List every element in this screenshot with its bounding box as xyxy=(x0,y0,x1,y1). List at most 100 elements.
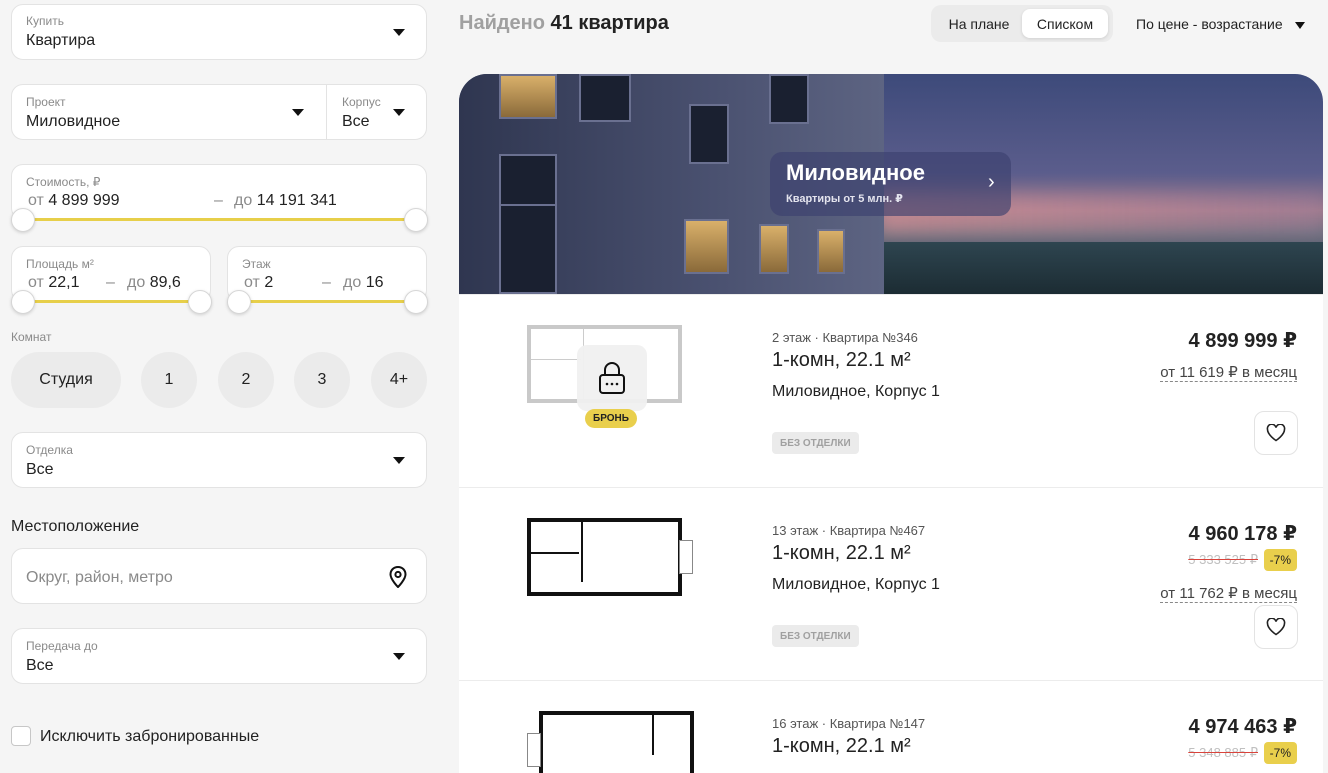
exclude-booked-label[interactable]: Исключить забронированные xyxy=(40,728,259,746)
finish-label: Отделка xyxy=(26,443,73,457)
listing-type[interactable]: 1-комн, 22.1 м² xyxy=(772,349,911,372)
floor-slider-max-handle[interactable] xyxy=(404,290,428,314)
cost-from[interactable]: от 4 899 999 xyxy=(28,192,120,210)
listing-price: 4 960 178 ₽ xyxy=(1188,523,1297,545)
window xyxy=(684,219,729,274)
buy-select[interactable]: Купить Квартира xyxy=(11,4,427,60)
floor-plan-image xyxy=(527,518,697,600)
range-dash: – xyxy=(214,192,223,209)
listing-old-price: 5 333 525 ₽ xyxy=(1188,552,1258,567)
rooms-label: Комнат xyxy=(11,330,52,344)
area-slider-min-handle[interactable] xyxy=(11,290,35,314)
view-option-plan[interactable]: На плане xyxy=(937,9,1021,38)
location-title: Местоположение xyxy=(11,518,140,535)
chevron-down-icon xyxy=(393,29,405,36)
chevron-down-icon xyxy=(1294,21,1305,29)
room-option-4plus[interactable]: 4+ xyxy=(371,352,427,408)
listing-meta: 2 этаж · Квартира №346 xyxy=(772,330,918,345)
room-option-2[interactable]: 2 xyxy=(218,352,274,408)
window xyxy=(499,74,557,119)
discount-badge: -7% xyxy=(1263,549,1297,571)
handover-value: Все xyxy=(26,657,54,674)
range-dash: – xyxy=(106,274,115,291)
location-placeholder: Округ, район, метро xyxy=(26,569,173,586)
sort-select[interactable]: По цене - возрастание xyxy=(1136,16,1305,32)
finish-badge: БЕЗ ОТДЕЛКИ xyxy=(772,625,859,647)
project-select[interactable]: Проект Миловидное xyxy=(12,85,327,139)
heart-icon xyxy=(1266,424,1286,442)
listing-price: 4 899 999 ₽ xyxy=(1188,330,1297,352)
plan-divider xyxy=(652,715,654,755)
listing-type[interactable]: 1-комн, 22.1 м² xyxy=(772,542,911,565)
listing-card[interactable]: 13 этаж · Квартира №467 1-комн, 22.1 м² … xyxy=(459,487,1323,680)
cost-to-value: 14 191 341 xyxy=(256,192,337,209)
plan-outline xyxy=(527,518,682,596)
floor-range: Этаж от 2 – до 16 xyxy=(227,246,427,302)
floor-slider-min-handle[interactable] xyxy=(227,290,251,314)
floor-to[interactable]: до 16 xyxy=(343,274,383,292)
monthly-payment-link[interactable]: от 11 619 ₽ в месяц xyxy=(1160,363,1297,382)
cost-slider-max-handle[interactable] xyxy=(404,208,428,232)
listing-address: Миловидное, Корпус 1 xyxy=(772,576,940,593)
project-value: Миловидное xyxy=(26,113,121,130)
location-search-input[interactable]: Округ, район, метро xyxy=(11,548,427,604)
banner-promo-card[interactable]: Миловидное Квартиры от 5 млн. ₽ › xyxy=(770,152,1011,216)
room-option-1[interactable]: 1 xyxy=(141,352,197,408)
room-option-studio[interactable]: Студия xyxy=(11,352,121,408)
plan-outline xyxy=(539,711,694,773)
floor-slider-track[interactable] xyxy=(238,300,416,303)
chevron-down-icon xyxy=(393,457,405,464)
window xyxy=(817,229,845,274)
handover-select[interactable]: Передача до Все xyxy=(11,628,427,684)
favorite-button[interactable] xyxy=(1254,411,1298,455)
area-range: Площадь м² от 22,1 – до 89,6 xyxy=(11,246,211,302)
buy-value: Квартира xyxy=(26,32,96,49)
heart-icon xyxy=(1266,618,1286,636)
listing-card[interactable]: БРОНЬ 2 этаж · Квартира №346 1-комн, 22.… xyxy=(459,294,1323,487)
banner-title: Миловидное xyxy=(786,160,925,185)
listing-price: 4 974 463 ₽ xyxy=(1188,716,1297,738)
area-from[interactable]: от 22,1 xyxy=(28,274,79,292)
booked-badge: БРОНЬ xyxy=(585,409,637,428)
floor-plan-image xyxy=(527,711,697,773)
results-count: Найдено 41 квартира xyxy=(459,12,669,34)
banner-subtitle: Квартиры от 5 млн. ₽ xyxy=(786,193,903,205)
finish-select[interactable]: Отделка Все xyxy=(11,432,427,488)
finish-value: Все xyxy=(26,461,54,478)
plan-divider xyxy=(531,552,579,554)
cost-slider-min-handle[interactable] xyxy=(11,208,35,232)
korpus-value: Все xyxy=(342,113,370,130)
window xyxy=(769,74,809,124)
room-option-3[interactable]: 3 xyxy=(294,352,350,408)
area-slider-max-handle[interactable] xyxy=(188,290,212,314)
window xyxy=(759,224,789,274)
finish-badge: БЕЗ ОТДЕЛКИ xyxy=(772,432,859,454)
cost-to[interactable]: до 14 191 341 xyxy=(234,192,337,210)
area-label: Площадь м² xyxy=(26,257,94,271)
cost-range: Стоимость, ₽ от 4 899 999 – до 14 191 34… xyxy=(11,164,427,220)
monthly-payment-link[interactable]: от 11 762 ₽ в месяц xyxy=(1160,584,1297,603)
plan-divider xyxy=(581,522,583,582)
area-to[interactable]: до 89,6 xyxy=(127,274,181,292)
discount-badge: -7% xyxy=(1263,742,1297,764)
korpus-select[interactable]: Корпус Все xyxy=(328,85,427,139)
map-pin-icon[interactable] xyxy=(389,566,407,588)
listing-card[interactable]: 16 этаж · Квартира №147 1-комн, 22.1 м² … xyxy=(459,680,1323,773)
view-option-list[interactable]: Списком xyxy=(1022,9,1108,38)
lock-icon xyxy=(599,362,625,394)
floor-from[interactable]: от 2 xyxy=(244,274,273,292)
buy-label: Купить xyxy=(26,14,64,28)
cost-slider-track[interactable] xyxy=(22,218,416,221)
exclude-booked-checkbox[interactable] xyxy=(11,726,31,746)
listing-type[interactable]: 1-комн, 22.1 м² xyxy=(772,735,911,758)
favorite-button[interactable] xyxy=(1254,605,1298,649)
view-toggle: На плане Списком xyxy=(931,5,1113,42)
listing-address: Миловидное, Корпус 1 xyxy=(772,383,940,400)
chevron-down-icon xyxy=(393,109,405,116)
area-slider-track[interactable] xyxy=(22,300,200,303)
listing-old-price: 5 348 885 ₽ xyxy=(1188,745,1258,760)
floor-label: Этаж xyxy=(242,257,271,271)
chevron-down-icon xyxy=(393,653,405,660)
listing-meta: 13 этаж · Квартира №467 xyxy=(772,523,926,538)
booked-overlay xyxy=(577,345,647,411)
